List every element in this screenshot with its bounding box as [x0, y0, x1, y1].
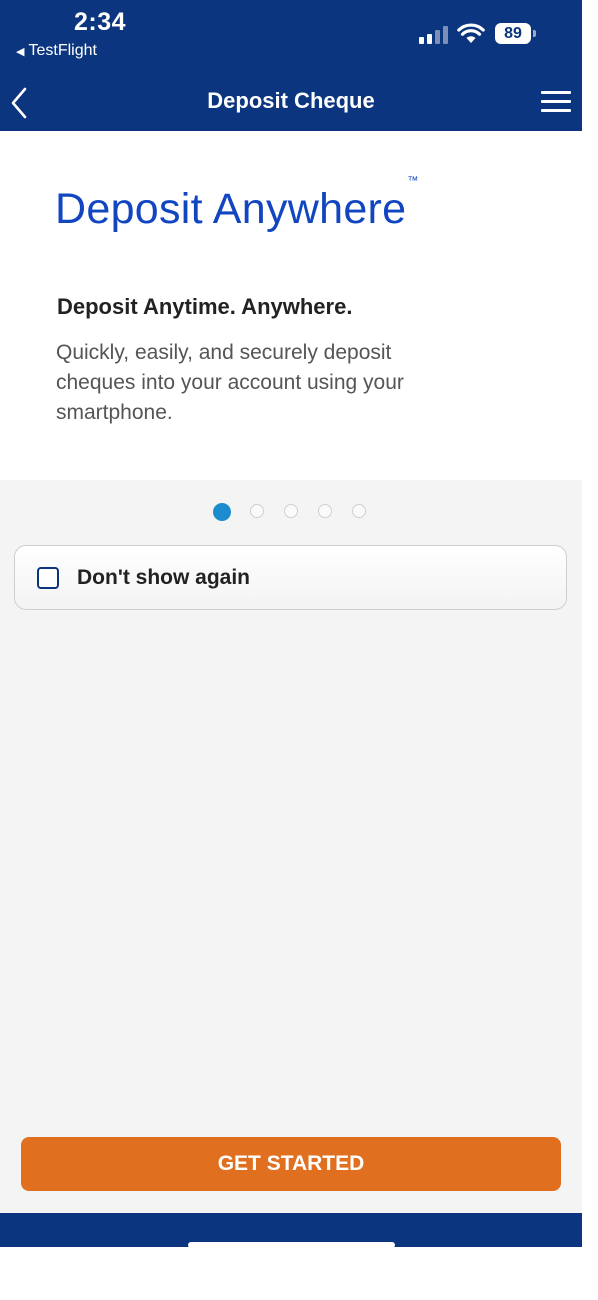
- trademark-mark: ™: [407, 174, 419, 187]
- dont-show-again-label: Don't show again: [77, 566, 250, 589]
- slide-description: Quickly, easily, and securely deposit ch…: [56, 341, 404, 424]
- brand-name: Deposit Anywhere: [55, 185, 407, 233]
- onboarding-slide: Deposit Anywhere™ Deposit Anytime. Anywh…: [0, 131, 582, 480]
- home-indicator[interactable]: [188, 1242, 395, 1247]
- pager-dot-5[interactable]: [352, 504, 366, 518]
- wifi-icon: [457, 23, 485, 43]
- hamburger-menu-icon[interactable]: [541, 91, 571, 118]
- page-title: Deposit Cheque: [207, 88, 375, 113]
- deposit-anywhere-logo: Deposit Anywhere™: [55, 175, 419, 234]
- battery-indicator: 89: [495, 23, 536, 44]
- cellular-signal-icon: [419, 26, 449, 44]
- dont-show-again-row[interactable]: Don't show again: [14, 545, 567, 610]
- pager-dot-1[interactable]: [213, 503, 231, 521]
- app-screen: 2:34 ◀ TestFlight 89 Deposit Cheque Depos…: [0, 0, 582, 1247]
- slide-headline: Deposit Anytime. Anywhere.: [57, 294, 353, 319]
- pager-dot-4[interactable]: [318, 504, 332, 518]
- dont-show-again-checkbox[interactable]: [37, 567, 59, 589]
- back-triangle-icon: ◀: [16, 46, 25, 58]
- pager-dot-3[interactable]: [284, 504, 298, 518]
- top-bar: 2:34 ◀ TestFlight 89 Deposit Cheque: [0, 0, 582, 131]
- pager-dot-2[interactable]: [250, 504, 264, 518]
- status-time: 2:34: [74, 8, 127, 36]
- get-started-button[interactable]: GET STARTED: [21, 1137, 561, 1191]
- back-to-testflight-link[interactable]: ◀ TestFlight: [16, 42, 97, 60]
- back-app-label: TestFlight: [28, 42, 97, 59]
